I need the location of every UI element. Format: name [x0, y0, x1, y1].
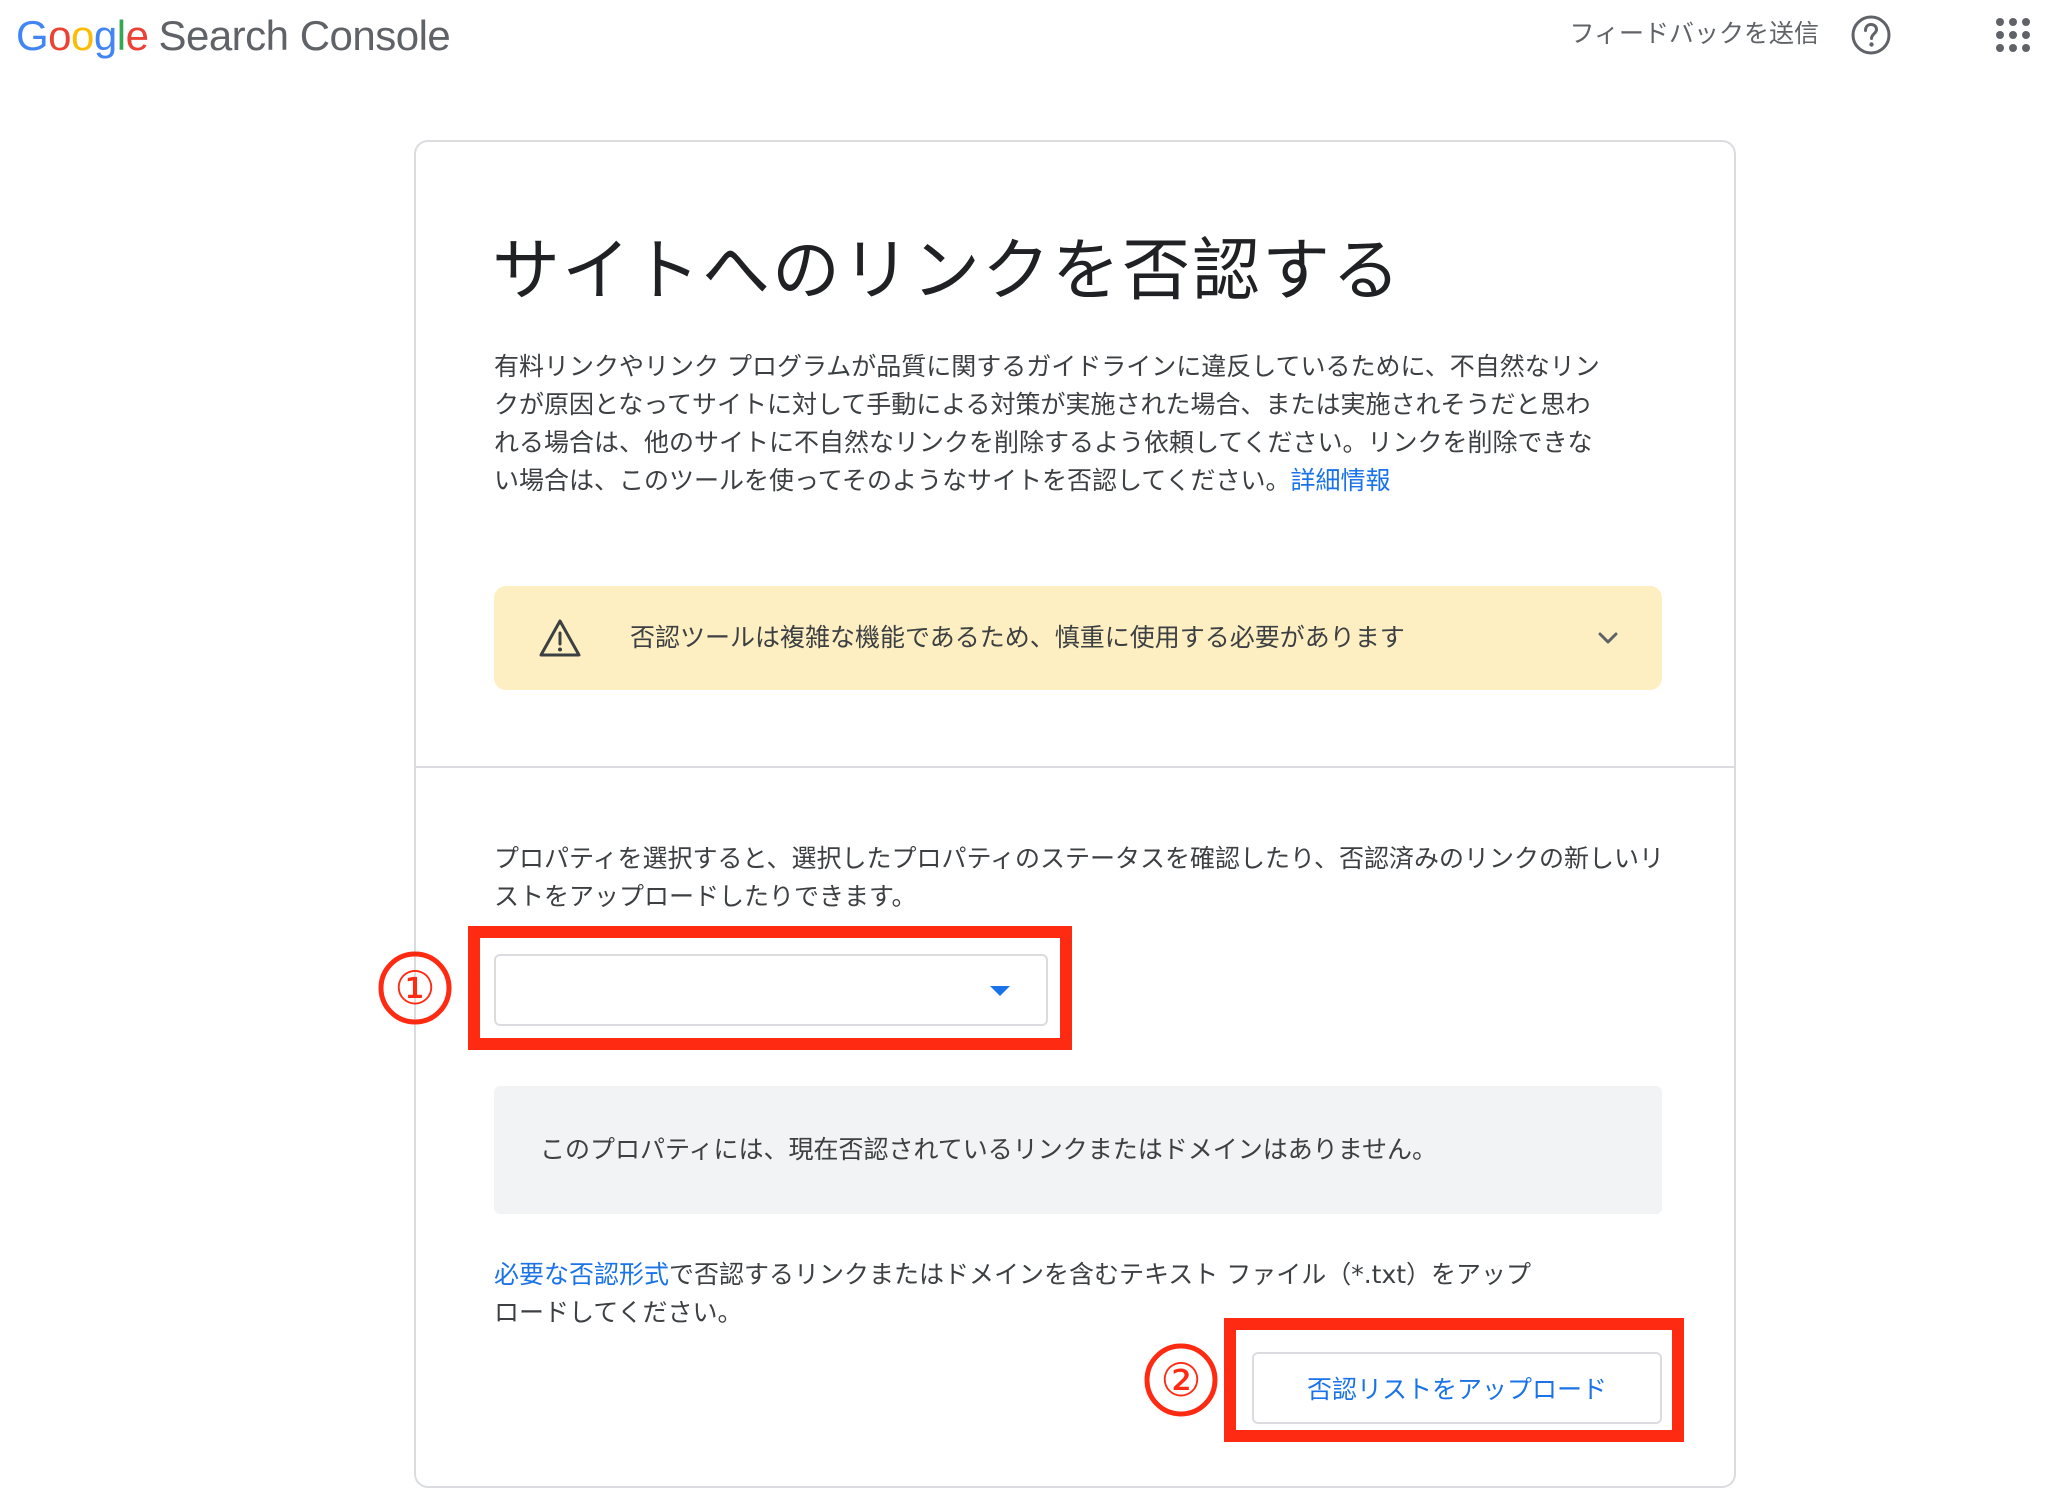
section-divider — [416, 766, 1734, 768]
annotation-number-1-label: ① — [394, 961, 435, 1015]
apps-grid-icon[interactable] — [1993, 15, 2033, 55]
logo-letter: e — [125, 12, 149, 59]
app-header: Google Search Console フィードバックを送信 — [0, 0, 2048, 72]
page-title: サイトへのリンクを否認する — [492, 232, 1403, 311]
logo-letter: o — [48, 12, 72, 59]
google-wordmark: Google — [16, 12, 149, 60]
disavow-status-panel: このプロパティには、現在否認されているリンクまたはドメインはありません。 — [494, 1086, 1662, 1214]
warning-triangle-icon — [539, 619, 581, 657]
intro-paragraph: 有料リンクやリンク プログラムが品質に関するガイドラインに違反しているために、不… — [494, 348, 1604, 500]
annotation-highlight-box — [1224, 1318, 1684, 1442]
logo-letter: o — [71, 12, 94, 59]
product-name: Search Console — [158, 12, 451, 59]
required-format-link[interactable]: 必要な否認形式 — [494, 1260, 669, 1289]
annotation-number-2: ② — [1144, 1343, 1218, 1417]
warning-expandable-banner[interactable]: 否認ツールは複雑な機能であるため、慎重に使用する必要があります — [494, 586, 1662, 690]
empty-status-text: このプロパティには、現在否認されているリンクまたはドメインはありません。 — [540, 1135, 1438, 1164]
property-description: プロパティを選択すると、選択したプロパティのステータスを確認したり、否認済みのリ… — [494, 844, 1665, 911]
send-feedback-link[interactable]: フィードバックを送信 — [1569, 16, 1819, 52]
disavow-links-card: サイトへのリンクを否認する 有料リンクやリンク プログラムが品質に関するガイドラ… — [414, 140, 1736, 1488]
help-circle-icon[interactable] — [1850, 14, 1892, 56]
logo-letter: l — [116, 12, 126, 59]
logo-letter: g — [93, 12, 117, 59]
annotation-number-1: ① — [378, 951, 452, 1025]
annotation-number-2-label: ② — [1160, 1353, 1201, 1407]
search-console-logo[interactable]: Google Search Console — [16, 8, 451, 64]
warning-text: 否認ツールは複雑な機能であるため、慎重に使用する必要があります — [630, 623, 1405, 652]
chevron-down-icon[interactable] — [1594, 624, 1622, 652]
intro-text: 有料リンクやリンク プログラムが品質に関するガイドラインに違反しているために、不… — [494, 352, 1600, 495]
logo-letter: G — [16, 12, 49, 59]
learn-more-link[interactable]: 詳細情報 — [1291, 466, 1391, 495]
annotation-highlight-box — [468, 926, 1072, 1050]
